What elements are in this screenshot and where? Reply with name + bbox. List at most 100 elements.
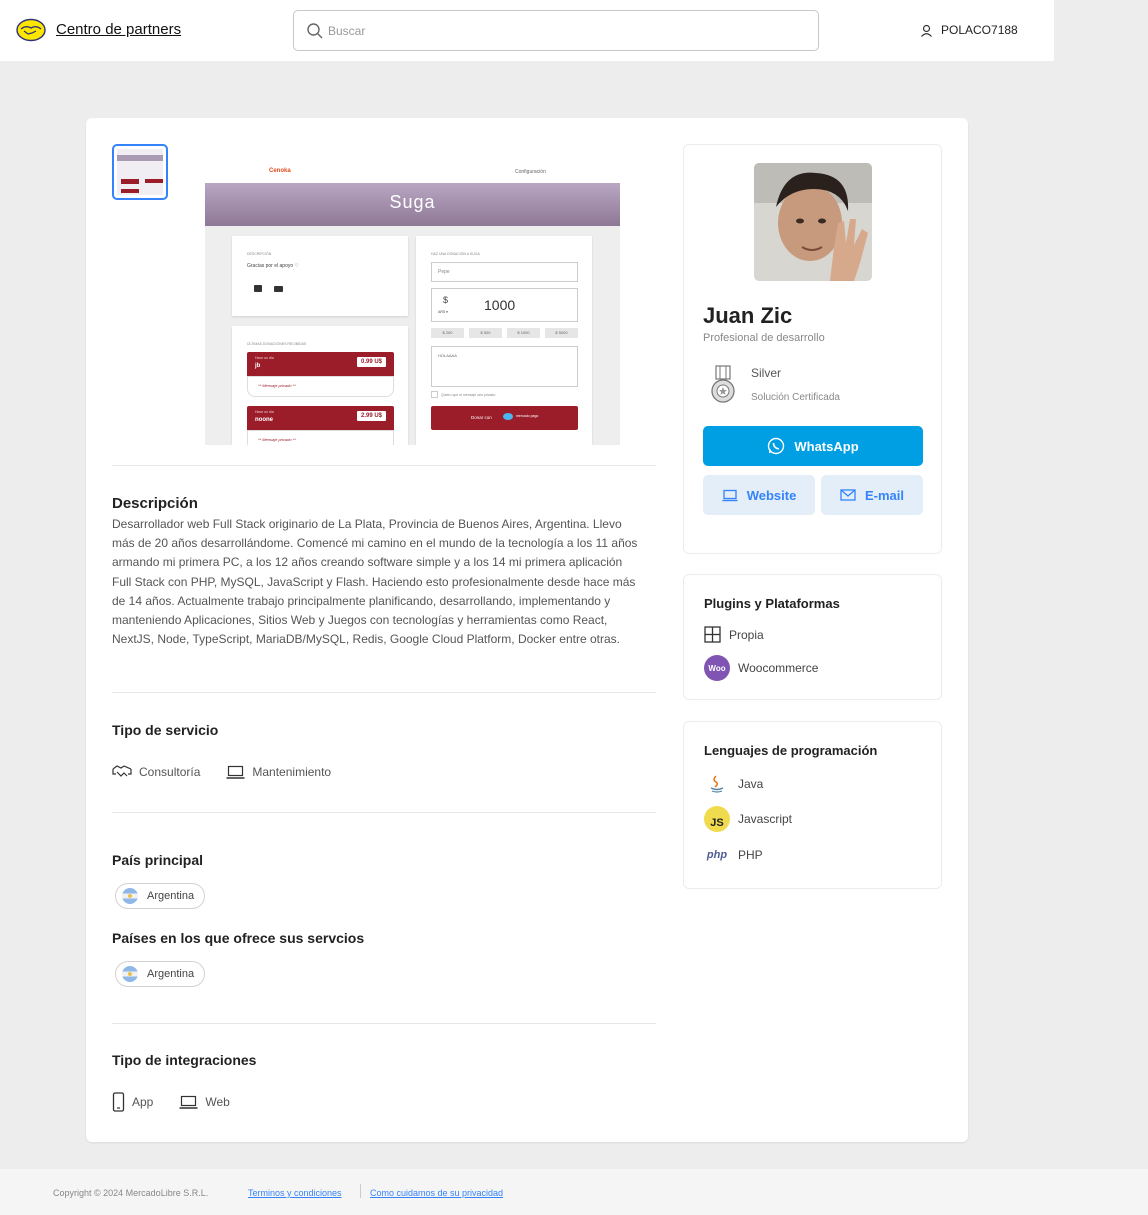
user-menu[interactable]: POLACO7188 (920, 23, 1018, 37)
avatar (754, 163, 872, 281)
preview-donate-label: HAZ UNA DONACIÓN A SUGA (431, 252, 480, 256)
main-country-title: País principal (112, 852, 204, 868)
privacy-link[interactable]: Como cuidamos de su privacidad (370, 1188, 503, 1198)
donation-name: jb (255, 363, 261, 369)
service-consultoria: Consultoría (112, 764, 200, 780)
search-box[interactable] (293, 10, 819, 51)
donation-price: 0.99 U$ (356, 357, 386, 367)
handshake-icon (112, 765, 132, 777)
plugins-title: Plugins y Plataformas (704, 596, 840, 611)
preview-recent-label: ÚLTIMAS DONACIONES RECIBIDAS (247, 342, 307, 346)
laptop-icon (722, 489, 738, 501)
preview-chip: $ 200 (431, 328, 464, 338)
preview-private-label: Quiero que el mensaje sea privado (441, 393, 496, 397)
grid-icon (704, 626, 721, 643)
divider (112, 812, 656, 813)
preview-donation-item: Hace un día noone 2.99 U$ ** Mensaje pri… (247, 406, 394, 445)
argentina-flag-icon (122, 888, 138, 904)
tier-subtitle: Solución Certificada (751, 392, 840, 403)
integration-web: Web (179, 1095, 230, 1110)
language-label: Javascript (738, 812, 793, 826)
preview-donate-label-text: Donar con (471, 415, 492, 420)
email-button[interactable]: E-mail (821, 475, 923, 515)
preview-description-panel: DESCRIPCIÓN Gracias por el apoyo ♡ (232, 236, 408, 316)
tier-label: Silver (751, 366, 782, 380)
copyright: Copyright © 2024 MercadoLibre S.R.L. (53, 1188, 209, 1198)
description-body: Desarrollador web Full Stack originario … (112, 517, 638, 647)
preview-donation-item: Hace un día jb 0.99 U$ ** Mensaje privad… (247, 352, 394, 397)
preview-chip: $ 5000 (545, 328, 578, 338)
footer: Copyright © 2024 MercadoLibre S.R.L. Ter… (0, 1169, 1148, 1215)
service-type-title: Tipo de servicio (112, 722, 219, 738)
brand-link[interactable]: Centro de partners (56, 21, 181, 38)
preview-chip: $ 500 (469, 328, 502, 338)
service-label: Mantenimiento (252, 765, 332, 779)
language-item: php PHP (704, 848, 763, 862)
preview-currency-code: ARS ▾ (438, 310, 448, 314)
language-item: Java (704, 774, 763, 794)
service-type-list: Consultoría Mantenimiento (112, 764, 331, 780)
preview-mp-label: mercado pago (516, 414, 539, 418)
integration-app: App (112, 1092, 153, 1112)
divider (112, 692, 656, 693)
donation-price: 2.99 U$ (356, 411, 386, 421)
integrations-title: Tipo de integraciones (112, 1052, 257, 1068)
preview-chip: $ 1000 (507, 328, 540, 338)
website-button[interactable]: Website (703, 475, 815, 515)
search-input[interactable] (328, 20, 798, 42)
whatsapp-button[interactable]: WhatsApp (703, 426, 923, 466)
preview-logo: Cenoka (269, 168, 291, 174)
javascript-icon: JS (704, 806, 730, 832)
plugins-card: Plugins y Plataformas Propia Woo Woocomm… (683, 574, 942, 700)
whatsapp-label: WhatsApp (794, 438, 859, 454)
mercadopago-icon (503, 413, 513, 420)
languages-title: Lenguajes de programación (704, 743, 878, 758)
username: POLACO7188 (941, 23, 1018, 37)
website-label: Website (746, 487, 797, 503)
argentina-flag-icon (122, 966, 138, 982)
integration-label: App (132, 1095, 154, 1109)
country-label: Argentina (147, 890, 195, 902)
mobile-phone-icon (112, 1092, 125, 1112)
preview-donation-panel: HAZ UNA DONACIÓN A SUGA Pepe $ ARS ▾ 100… (416, 236, 592, 445)
gallery-thumbnail[interactable] (112, 144, 168, 200)
java-icon (710, 775, 724, 793)
preview-donate-button: Donar con mercado pago (431, 406, 578, 430)
woocommerce-icon: Woo (704, 655, 730, 681)
preview-currency: $ (443, 295, 449, 305)
profile-card: Juan Zic Profesional de desarrollo Silve… (683, 144, 942, 554)
partner-detail-card: Cenoka Configuración Suga DESCRIPCIÓN Gr… (86, 118, 968, 1142)
divider (112, 465, 656, 466)
profile-name: Juan Zic (703, 303, 793, 328)
preview-amount-input: $ ARS ▾ 1000 (431, 288, 578, 322)
integration-label: Web (205, 1095, 230, 1109)
plugin-item: Propia (704, 626, 764, 643)
thumbnail-image (117, 149, 163, 195)
preview-desc-label: DESCRIPCIÓN (247, 252, 272, 256)
languages-card: Lenguajes de programación Java JS Javasc… (683, 721, 942, 889)
preview-message-value: HOLAAAA (438, 353, 457, 358)
plugin-label: Propia (729, 627, 764, 642)
search-icon (307, 23, 323, 39)
mercadolibre-logo-icon[interactable] (16, 18, 46, 42)
php-icon: php (706, 849, 728, 861)
country-chip: Argentina (115, 961, 206, 987)
language-item: JS Javascript (704, 806, 792, 832)
preview-config: Configuración (515, 169, 546, 175)
twitch-icon (254, 285, 262, 292)
footer-separator (360, 1184, 361, 1198)
terms-link[interactable]: Terminos y condiciones (248, 1188, 342, 1198)
gallery-main-image: Cenoka Configuración Suga DESCRIPCIÓN Gr… (205, 163, 620, 445)
divider (112, 1023, 656, 1024)
language-label: PHP (738, 848, 763, 862)
preview-name-input: Pepe (431, 262, 578, 282)
description-title: Descripción (112, 495, 198, 512)
donation-message: ** Mensaje privado ** (247, 430, 394, 445)
donation-time: Hace un día (255, 410, 274, 414)
preview-private-checkbox (431, 391, 438, 398)
service-mantenimiento: Mantenimiento (226, 765, 331, 780)
whatsapp-icon (768, 437, 785, 455)
preview-banner: Suga (205, 183, 620, 226)
donation-message: ** Mensaje privado ** (247, 376, 394, 397)
profile-role: Profesional de desarrollo (703, 332, 825, 344)
